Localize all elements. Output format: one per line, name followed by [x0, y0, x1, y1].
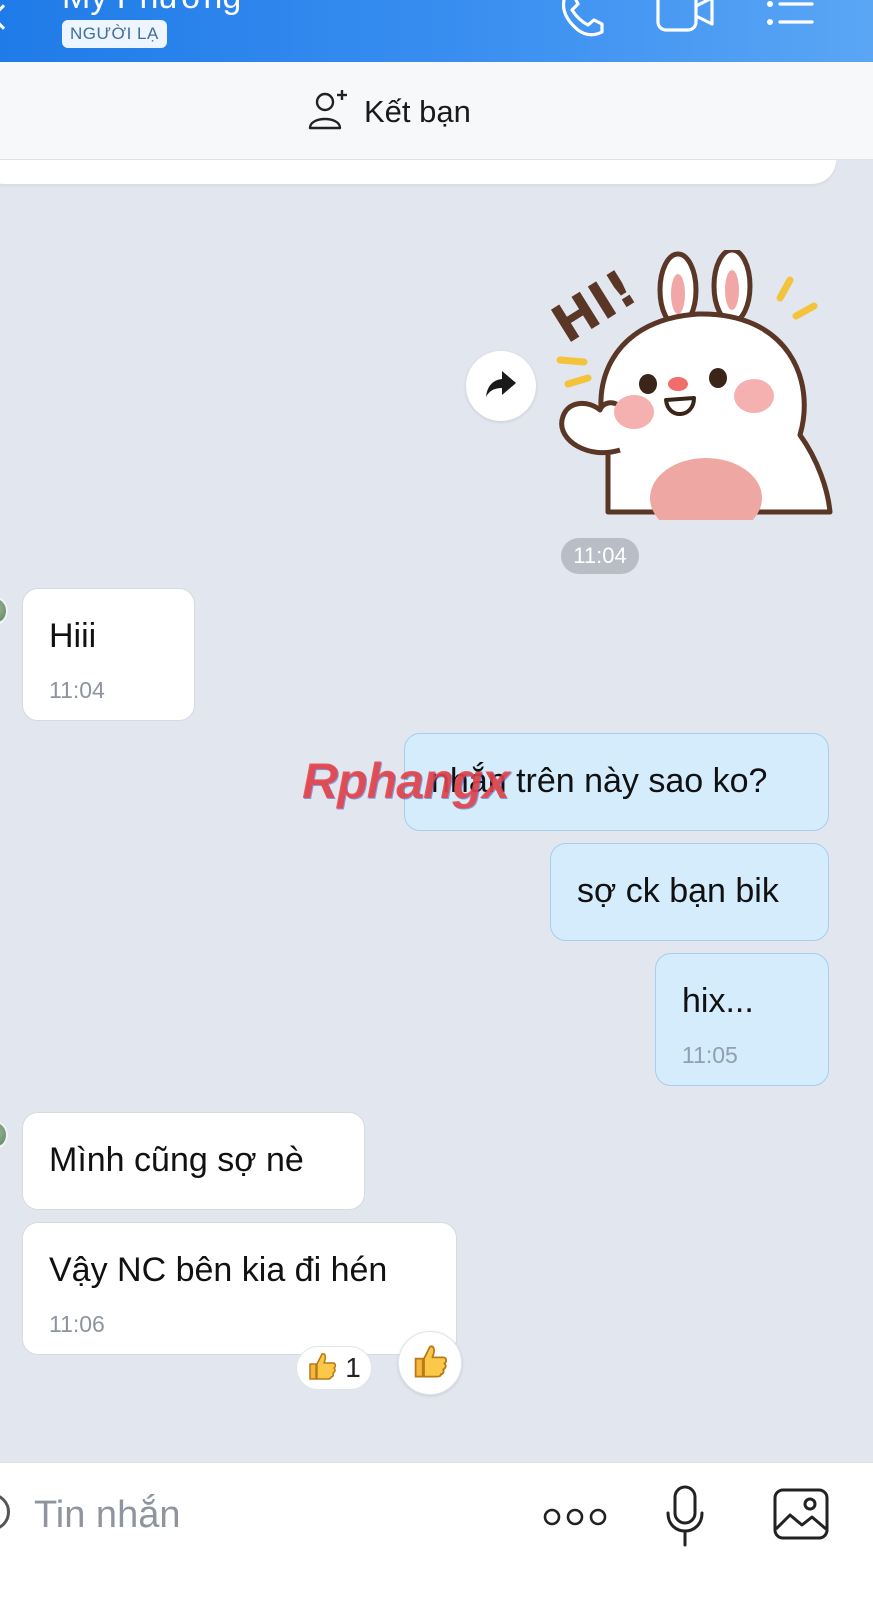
watermark-logo: Rphangx [302, 753, 510, 809]
more-icon[interactable] [543, 1505, 607, 1529]
hi-bunny-sticker[interactable]: HI! [542, 247, 838, 538]
forward-button[interactable] [466, 351, 536, 421]
message-text: hix... [682, 982, 754, 1020]
message-bubble-incoming[interactable]: Mình cũng sợ nè [22, 1112, 365, 1210]
message-bubble-outgoing[interactable]: hix... 11:05 [655, 953, 829, 1086]
message-text: Mình cũng sợ nè [49, 1141, 304, 1179]
back-icon[interactable] [0, 4, 16, 30]
avatar[interactable] [0, 596, 8, 626]
reaction-summary[interactable]: 1 [296, 1346, 372, 1390]
menu-icon[interactable] [766, 0, 816, 36]
reaction-count: 1 [345, 1352, 361, 1383]
add-friend-label: Kết bạn [364, 94, 471, 129]
message-time: 11:06 [49, 1311, 105, 1337]
contact-name[interactable]: My Phương [62, 0, 241, 17]
stranger-badge: NGƯỜI LẠ [62, 20, 167, 48]
message-composer [0, 1462, 873, 1600]
forward-icon [484, 369, 518, 404]
message-time: 11:04 [49, 677, 105, 703]
message-bubble-incoming[interactable]: Vậy NC bên kia đi hén 11:06 [22, 1222, 457, 1355]
microphone-icon[interactable] [665, 1485, 705, 1549]
message-input[interactable] [34, 1485, 504, 1545]
message-text: sợ ck bạn bik [577, 872, 779, 910]
react-button[interactable] [398, 1331, 462, 1395]
message-bubble-outgoing[interactable]: sợ ck bạn bik [550, 843, 829, 941]
chat-header: My Phương NGƯỜI LẠ [0, 0, 873, 62]
add-user-icon [308, 89, 350, 135]
avatar[interactable] [0, 1120, 8, 1150]
emoji-icon[interactable] [0, 1493, 10, 1531]
add-friend-button[interactable]: Kết bạn [308, 89, 471, 135]
phone-icon[interactable] [556, 0, 608, 40]
video-call-icon[interactable] [656, 0, 716, 36]
message-bubble-incoming[interactable]: Hiii 11:04 [22, 588, 195, 721]
image-icon[interactable] [772, 1487, 830, 1541]
message-time: 11:05 [682, 1042, 738, 1068]
message-text: Hiii [49, 617, 97, 655]
pinned-card-edge [0, 160, 836, 184]
message-text: Vậy NC bên kia đi hén [49, 1251, 388, 1289]
add-friend-bar: Kết bạn [0, 62, 873, 160]
thumbs-up-icon [307, 1351, 337, 1386]
thumbs-up-icon [412, 1343, 448, 1384]
sticker-timestamp: 11:04 [561, 538, 639, 574]
